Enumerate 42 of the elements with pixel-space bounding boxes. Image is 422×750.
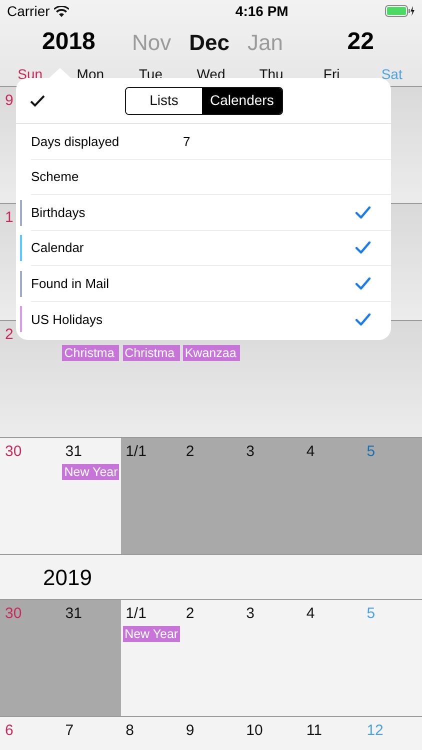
day-number: 6 xyxy=(5,721,14,741)
wifi-icon xyxy=(54,6,69,16)
day-number: 2 xyxy=(5,325,14,345)
day-number: 1/1 xyxy=(126,604,146,624)
month-label[interactable]: Dec xyxy=(189,26,230,58)
day-number: 3 xyxy=(246,604,254,624)
day-number: 4 xyxy=(306,604,315,624)
day-number: 2 xyxy=(186,442,194,462)
day-title[interactable]: 22 xyxy=(347,24,374,60)
calendar-name[interactable]: US Holidays xyxy=(31,310,355,329)
day-number: 31 xyxy=(65,604,82,624)
day-number: 8 xyxy=(126,721,134,741)
year-title[interactable]: 2018 xyxy=(42,24,122,60)
day-number: 1 xyxy=(5,208,14,228)
day-number: 30 xyxy=(5,604,22,624)
clock-time: 4:16 PM xyxy=(235,2,288,20)
day-number: 11 xyxy=(306,721,322,741)
day-number: 5 xyxy=(366,604,376,624)
day-number: 10 xyxy=(246,721,263,741)
setting-value[interactable]: 7 xyxy=(183,132,190,151)
day-number: 1/1 xyxy=(126,442,146,462)
day-number: 7 xyxy=(65,721,74,741)
calendar-name[interactable]: Calendar xyxy=(31,238,355,258)
calendar-name[interactable]: Found in Mail xyxy=(31,274,355,293)
checkmark-icon[interactable] xyxy=(30,94,45,106)
day-number: 31 xyxy=(65,442,82,462)
day-number: 12 xyxy=(366,721,384,741)
day-number: 3 xyxy=(246,442,254,462)
day-number: 9 xyxy=(5,91,14,111)
segment-tab[interactable]: Calenders xyxy=(202,88,282,114)
setting-label[interactable]: Days displayed xyxy=(31,132,183,151)
day-number: 9 xyxy=(186,721,194,741)
carrier-label: Carrier xyxy=(7,2,50,20)
battery-icon xyxy=(384,5,415,17)
calendar-name[interactable]: Birthdays xyxy=(31,202,355,222)
year-heading: 2019 xyxy=(43,564,92,592)
setting-label[interactable]: Scheme xyxy=(31,167,183,186)
day-number: 5 xyxy=(366,442,376,462)
day-number: 4 xyxy=(306,442,315,462)
day-number: 30 xyxy=(5,442,22,462)
weekday-label: Sat xyxy=(381,64,402,84)
day-number: 2 xyxy=(186,604,194,624)
